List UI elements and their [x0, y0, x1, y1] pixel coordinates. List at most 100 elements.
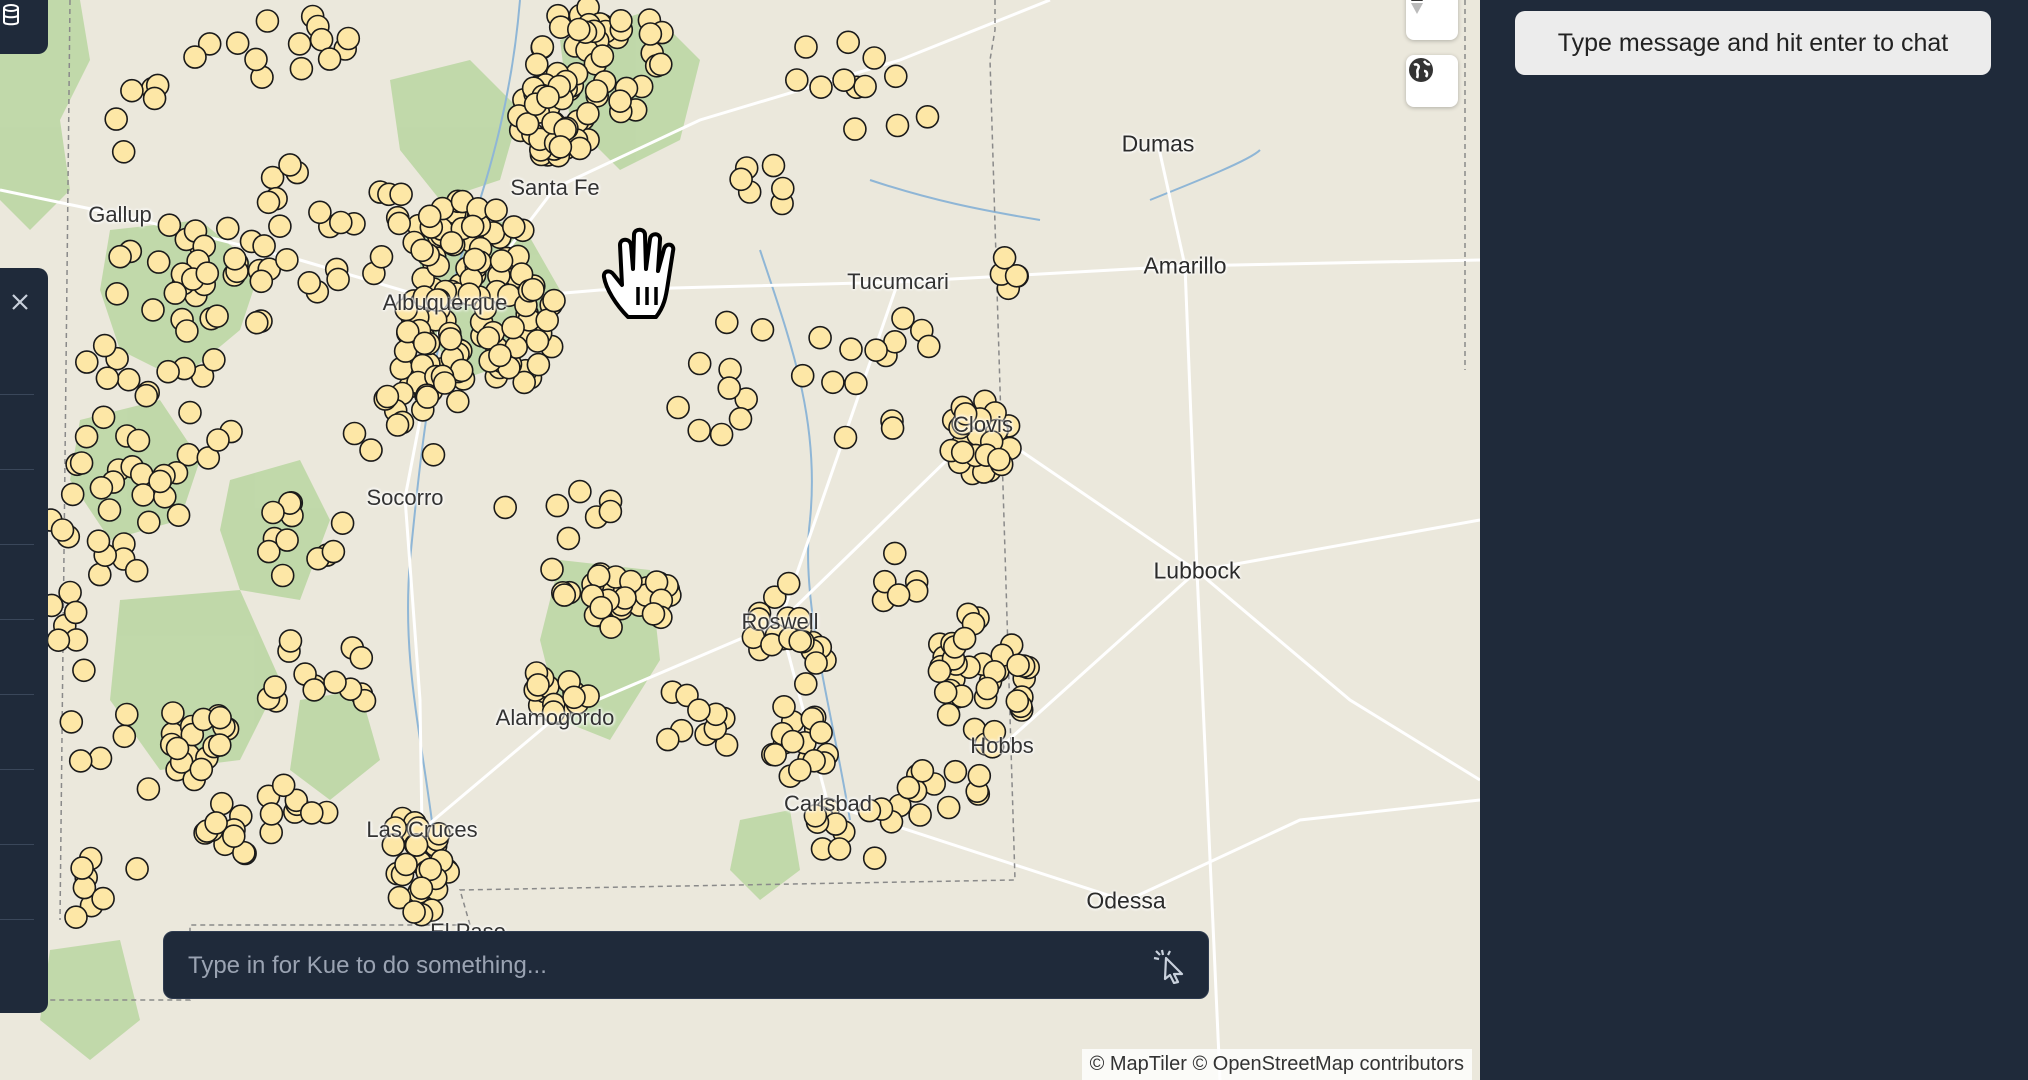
site-marker[interactable] [104, 107, 128, 131]
site-marker[interactable] [270, 563, 295, 588]
site-marker[interactable] [761, 153, 786, 178]
site-marker[interactable] [417, 204, 442, 229]
site-marker[interactable] [120, 78, 144, 103]
site-marker[interactable] [297, 270, 322, 295]
site-marker[interactable] [987, 447, 1011, 472]
site-marker[interactable] [148, 469, 172, 494]
site-marker[interactable] [108, 244, 132, 269]
site-marker[interactable] [216, 216, 240, 241]
site-marker[interactable] [460, 214, 485, 239]
site-marker[interactable] [204, 811, 228, 835]
site-marker[interactable] [289, 56, 314, 81]
site-marker[interactable] [489, 249, 514, 273]
site-marker[interactable] [843, 117, 867, 141]
close-icon[interactable] [10, 292, 30, 317]
map-attribution[interactable]: © MapTiler © OpenStreetMap contributors [1081, 1049, 1472, 1080]
site-marker[interactable] [410, 238, 434, 263]
site-marker[interactable] [687, 351, 712, 376]
site-marker[interactable] [394, 852, 418, 877]
site-marker[interactable] [88, 562, 112, 587]
site-marker[interactable] [545, 493, 570, 518]
site-marker[interactable] [86, 529, 111, 554]
ai-pointer-icon[interactable] [1152, 948, 1192, 989]
site-marker[interactable] [261, 500, 285, 525]
site-marker[interactable] [728, 406, 753, 431]
site-marker[interactable] [58, 580, 82, 605]
site-marker[interactable] [521, 277, 545, 302]
site-marker[interactable] [268, 214, 292, 238]
globe-button[interactable] [1406, 55, 1458, 107]
site-marker[interactable] [608, 89, 632, 113]
site-marker[interactable] [126, 428, 151, 453]
site-marker[interactable] [302, 678, 327, 702]
site-marker[interactable] [249, 269, 274, 294]
site-marker[interactable] [655, 727, 680, 752]
site-marker[interactable] [389, 182, 413, 207]
site-marker[interactable] [687, 698, 711, 723]
site-marker[interactable] [64, 905, 88, 930]
site-marker[interactable] [729, 167, 753, 192]
site-marker[interactable] [488, 343, 512, 368]
site-marker[interactable] [967, 763, 992, 788]
site-marker[interactable] [864, 338, 888, 363]
site-marker[interactable] [161, 701, 185, 725]
site-marker[interactable] [278, 153, 302, 177]
site-marker[interactable] [525, 329, 550, 353]
site-marker[interactable] [146, 250, 171, 274]
site-marker[interactable] [790, 363, 815, 388]
site-marker[interactable] [915, 105, 940, 129]
site-marker[interactable] [648, 52, 673, 77]
layers-panel-tab[interactable] [0, 0, 48, 54]
site-marker[interactable] [609, 8, 633, 33]
site-marker[interactable] [445, 389, 470, 414]
site-marker[interactable] [205, 304, 229, 329]
site-marker[interactable] [832, 68, 856, 92]
site-marker[interactable] [75, 350, 99, 374]
site-marker[interactable] [542, 288, 566, 313]
site-marker[interactable] [74, 424, 99, 449]
site-marker[interactable] [136, 777, 161, 801]
site-marker[interactable] [526, 673, 550, 697]
command-input[interactable] [186, 932, 1110, 1000]
site-marker[interactable] [784, 68, 809, 92]
site-marker[interactable] [415, 385, 440, 409]
site-marker[interactable] [709, 422, 734, 447]
site-marker[interactable] [950, 440, 975, 465]
site-marker[interactable] [598, 499, 623, 524]
site-marker[interactable] [112, 724, 137, 749]
site-marker[interactable] [225, 31, 250, 56]
site-marker[interactable] [666, 395, 690, 420]
site-marker[interactable] [68, 749, 93, 773]
site-marker[interactable] [787, 758, 812, 782]
site-marker[interactable] [271, 773, 296, 798]
site-marker[interactable] [92, 333, 117, 358]
site-marker[interactable] [369, 244, 394, 269]
site-marker[interactable] [359, 438, 383, 462]
site-marker[interactable] [124, 558, 149, 583]
site-marker[interactable] [916, 334, 941, 359]
site-marker[interactable] [263, 675, 287, 699]
site-marker[interactable] [91, 405, 116, 430]
site-marker[interactable] [321, 539, 346, 564]
site-marker[interactable] [421, 442, 446, 467]
site-marker[interactable] [97, 498, 122, 522]
site-marker[interactable] [275, 247, 299, 272]
site-marker[interactable] [535, 308, 560, 333]
site-marker[interactable] [326, 267, 350, 292]
site-marker[interactable] [548, 135, 573, 159]
site-marker[interactable] [885, 113, 910, 138]
site-marker[interactable] [244, 310, 269, 335]
site-marker[interactable] [105, 281, 129, 306]
site-marker[interactable] [208, 733, 232, 757]
site-marker[interactable] [60, 482, 85, 507]
site-marker[interactable] [70, 856, 94, 880]
site-marker[interactable] [908, 803, 932, 827]
site-marker[interactable] [714, 310, 739, 335]
site-marker[interactable] [195, 261, 220, 286]
site-marker[interactable] [134, 383, 159, 408]
site-marker[interactable] [862, 46, 887, 70]
site-marker[interactable] [853, 74, 877, 99]
site-marker[interactable] [804, 651, 828, 675]
site-marker[interactable] [501, 315, 525, 340]
site-marker[interactable] [409, 876, 434, 901]
